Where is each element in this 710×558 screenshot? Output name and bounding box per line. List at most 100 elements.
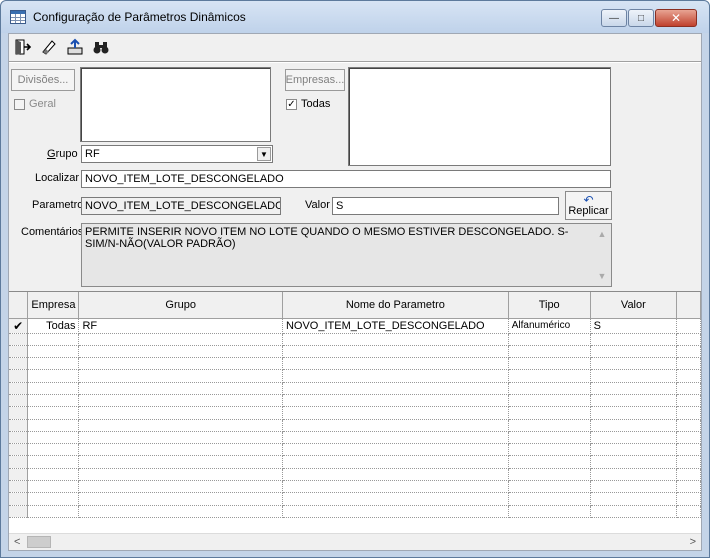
- grid-cell[interactable]: [78, 480, 283, 494]
- grid-cell[interactable]: [282, 480, 509, 494]
- grid-cell[interactable]: [590, 468, 678, 482]
- comentarios-scrollbar[interactable]: ▲ ▼: [594, 225, 610, 285]
- exit-button[interactable]: [11, 36, 35, 58]
- grid-cell[interactable]: [282, 431, 509, 445]
- grid-cell[interactable]: [282, 419, 509, 432]
- grid-cell[interactable]: [676, 345, 701, 359]
- grid-cell[interactable]: [590, 505, 678, 518]
- scroll-left-icon[interactable]: <: [14, 536, 20, 548]
- grid-cell[interactable]: [78, 369, 283, 383]
- grid-cell[interactable]: [508, 455, 591, 469]
- grid-cell[interactable]: [282, 369, 509, 383]
- table-row[interactable]: [9, 431, 701, 445]
- table-row[interactable]: [9, 333, 701, 346]
- grid-cell[interactable]: [282, 505, 509, 518]
- grid-cell[interactable]: [27, 369, 80, 383]
- grid-cell[interactable]: [508, 431, 591, 445]
- grid-cell[interactable]: [590, 492, 678, 506]
- chevron-down-icon[interactable]: ▼: [257, 147, 271, 161]
- grid-cell[interactable]: [676, 369, 701, 383]
- table-row[interactable]: ✔ Todas RF NOVO_ITEM_LOTE_DESCONGELADO A…: [9, 318, 701, 334]
- grid-cell[interactable]: [508, 480, 591, 494]
- grid-cell[interactable]: [508, 333, 591, 346]
- grid-cell[interactable]: [282, 333, 509, 346]
- table-row[interactable]: [9, 468, 701, 482]
- grid-cell[interactable]: [27, 333, 80, 346]
- col-tipo-header[interactable]: Tipo: [508, 292, 591, 319]
- table-row[interactable]: [9, 406, 701, 420]
- grid-cell[interactable]: [590, 455, 678, 469]
- grid-cell[interactable]: [590, 345, 678, 359]
- grid-cell[interactable]: [78, 357, 283, 371]
- todas-checkbox[interactable]: ✓ Todas: [286, 98, 330, 110]
- table-row[interactable]: [9, 419, 701, 432]
- table-row[interactable]: [9, 357, 701, 371]
- grid-cell[interactable]: [282, 406, 509, 420]
- grid-cell[interactable]: [27, 468, 80, 482]
- grid-cell[interactable]: [78, 345, 283, 359]
- grid-cell[interactable]: [590, 406, 678, 420]
- col-valor-header[interactable]: Valor: [590, 292, 678, 319]
- grid-cell[interactable]: [676, 406, 701, 420]
- grid-cell[interactable]: [590, 369, 678, 383]
- grid-cell[interactable]: [590, 443, 678, 457]
- grid-cell[interactable]: [676, 468, 701, 482]
- grid-cell[interactable]: [676, 431, 701, 445]
- scroll-right-icon[interactable]: >: [690, 536, 696, 548]
- clear-button[interactable]: [37, 36, 61, 58]
- grid-cell[interactable]: [590, 431, 678, 445]
- grid-cell[interactable]: [676, 492, 701, 506]
- maximize-button[interactable]: □: [628, 9, 654, 27]
- grid-cell[interactable]: [508, 443, 591, 457]
- grid-cell[interactable]: [508, 505, 591, 518]
- cell-nome[interactable]: NOVO_ITEM_LOTE_DESCONGELADO: [282, 318, 509, 334]
- grid-cell[interactable]: [676, 505, 701, 518]
- grid-cell[interactable]: [27, 480, 80, 494]
- grid-cell[interactable]: [508, 394, 591, 408]
- grid-cell[interactable]: [27, 431, 80, 445]
- valor-input[interactable]: S: [332, 197, 559, 215]
- grid-cell[interactable]: [27, 443, 80, 457]
- table-row[interactable]: [9, 394, 701, 408]
- grid-cell[interactable]: [676, 455, 701, 469]
- grid-cell[interactable]: [282, 443, 509, 457]
- table-row[interactable]: [9, 345, 701, 359]
- divisoes-button[interactable]: Divisões...: [11, 69, 75, 91]
- minimize-button[interactable]: —: [601, 9, 627, 27]
- grid-cell[interactable]: [508, 406, 591, 420]
- cell-valor[interactable]: S: [590, 318, 678, 334]
- grid-cell[interactable]: [78, 455, 283, 469]
- table-row[interactable]: [9, 505, 701, 518]
- grid-cell[interactable]: [508, 345, 591, 359]
- grid-cell[interactable]: [78, 333, 283, 346]
- grid-cell[interactable]: [508, 382, 591, 395]
- table-row[interactable]: [9, 369, 701, 383]
- grid-cell[interactable]: [590, 357, 678, 371]
- grid-cell[interactable]: [676, 394, 701, 408]
- grid-cell[interactable]: [78, 443, 283, 457]
- grid-cell[interactable]: [282, 382, 509, 395]
- col-nome-header[interactable]: Nome do Parametro: [282, 292, 509, 319]
- grid-cell[interactable]: [282, 492, 509, 506]
- grid-cell[interactable]: [676, 419, 701, 432]
- localizar-input[interactable]: NOVO_ITEM_LOTE_DESCONGELADO: [81, 170, 611, 188]
- table-row[interactable]: [9, 443, 701, 457]
- grid-cell[interactable]: [590, 419, 678, 432]
- grid-cell[interactable]: [78, 492, 283, 506]
- todas-checkbox-box[interactable]: ✓: [286, 98, 297, 110]
- grid-cell[interactable]: [282, 357, 509, 371]
- title-bar[interactable]: Configuração de Parâmetros Dinâmicos — □…: [1, 1, 709, 33]
- grid-cell[interactable]: [78, 431, 283, 445]
- grid-cell[interactable]: [27, 455, 80, 469]
- grid-cell[interactable]: [78, 419, 283, 432]
- grid-cell[interactable]: [282, 468, 509, 482]
- grid-cell[interactable]: [590, 333, 678, 346]
- grid-cell[interactable]: [27, 492, 80, 506]
- grid-cell[interactable]: [27, 345, 80, 359]
- col-grupo-header[interactable]: Grupo: [78, 292, 283, 319]
- comentarios-textarea[interactable]: PERMITE INSERIR NOVO ITEM NO LOTE QUANDO…: [81, 223, 612, 287]
- geral-checkbox-box[interactable]: [14, 98, 25, 110]
- grid-cell[interactable]: [676, 480, 701, 494]
- table-row[interactable]: [9, 382, 701, 395]
- divisoes-listbox[interactable]: [80, 67, 271, 142]
